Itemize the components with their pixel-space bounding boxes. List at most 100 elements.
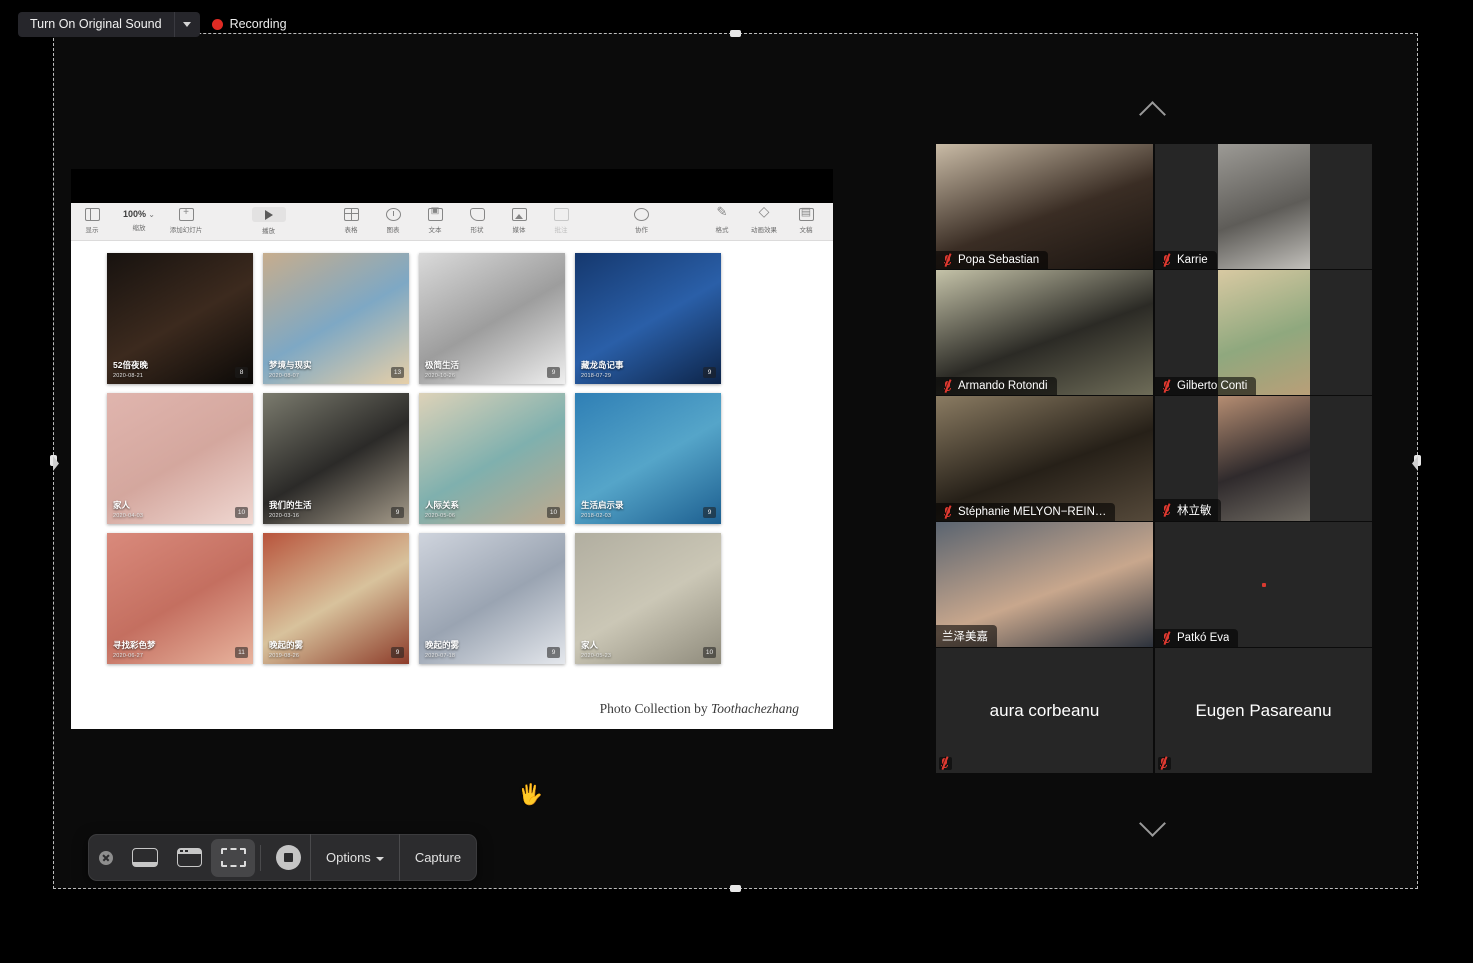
toolbar-label: 显示 [85,227,99,234]
photo-thumbnail [575,533,721,664]
screenshot-capture-toolbar: Options Capture [88,834,478,881]
gallery-scroll-up-button[interactable] [936,102,1372,117]
photo-count-badge: 9 [547,367,560,378]
participant-name-label: Popa Sebastian [958,254,1040,266]
original-sound-label: Turn On Original Sound [30,16,162,31]
photo-count-badge: 10 [703,647,716,658]
photo-thumbnail [419,253,565,384]
photo-card[interactable]: 52倍夜晚 2020-08-21 8 [107,253,253,384]
shared-screen-area: 显示 100% ⌄ 缩放 添加幻灯片 播放 表格 图表 [71,169,833,729]
comment-icon [553,208,569,221]
participant-tile[interactable]: Popa Sebastian [936,144,1153,269]
chart-icon [385,208,401,221]
capture-selection-button[interactable] [211,838,255,877]
toolbar-label: 缩放 [132,225,146,232]
toolbar-label: 批注 [554,227,568,234]
toolbar-item-table[interactable]: 表格 [330,203,372,234]
capture-options-button[interactable]: Options [310,834,399,881]
capture-window-icon [176,848,202,867]
photo-thumbnail [419,393,565,524]
participant-tile[interactable]: Karrie [1155,144,1372,269]
collaborate-icon [634,208,649,221]
participant-tile[interactable]: 兰泽美嘉 [936,522,1153,647]
capture-window-button[interactable] [167,839,211,877]
participant-tile[interactable]: Patkó Éva [1155,522,1372,647]
slide-credit: Photo Collection by Toothachezhang [600,701,799,717]
photo-card[interactable]: 藏龙岛记事 2018-07-29 9 [575,253,721,384]
text-icon [427,205,443,221]
photo-card[interactable]: 梦境与现实 2020-08-07 13 [263,253,409,384]
photo-count-badge: 9 [391,507,404,518]
selection-handle-bottom[interactable] [729,885,741,892]
gallery-scroll-down-button[interactable] [936,811,1372,826]
photo-count-badge: 10 [235,507,248,518]
participant-tile[interactable]: aura corbeanu [936,648,1153,773]
participant-tile[interactable]: 林立敏 [1155,396,1372,521]
toolbar-label: 文稿 [799,227,813,234]
mute-icon [942,379,953,393]
participant-name-bar: 兰泽美嘉 [936,625,997,647]
photo-grid: 52倍夜晚 2020-08-21 8 梦境与现实 2020-08-07 13 极简生活 202… [107,253,805,664]
toolbar-item-comment[interactable]: 批注 [540,203,582,234]
mute-icon [1161,379,1172,393]
toolbar-item-text[interactable]: 文本 [414,203,456,234]
participant-tile[interactable]: Stéphanie MELYON−REIN… [936,396,1153,521]
participant-tile[interactable]: Eugen Pasareanu [1155,648,1372,773]
mute-icon [1161,631,1172,645]
photo-thumbnail [107,533,253,664]
toolbar-item-document[interactable]: 文稿 [785,203,827,234]
sidebar-view-icon [84,208,100,221]
recording-indicator[interactable]: Recording [211,17,287,31]
toolbar-label: 协作 [635,227,648,234]
toolbar-item-media[interactable]: 媒体 [498,203,540,234]
toolbar-item-view[interactable]: 显示 [71,203,113,234]
toolbar-item-play[interactable]: 播放 [246,203,292,235]
capture-label: Capture [414,850,462,865]
keynote-toolbar: 显示 100% ⌄ 缩放 添加幻灯片 播放 表格 图表 [71,203,833,241]
zoom-value: 100% [123,209,147,219]
photo-card[interactable]: 晚起的雾 2019-08-26 9 [263,533,409,664]
toolbar-item-zoom[interactable]: 100% ⌄ 缩放 [113,203,165,232]
photo-card[interactable]: 晚起的雾 2020-07-18 9 [419,533,565,664]
participant-tile[interactable]: Gilberto Conti [1155,270,1372,395]
keynote-window: 显示 100% ⌄ 缩放 添加幻灯片 播放 表格 图表 [71,203,833,729]
capture-selection-icon [220,848,246,867]
zoom-top-toolbar: Turn On Original Sound Recording [0,0,1473,48]
capture-button[interactable]: Capture [398,834,476,881]
participant-name-bar: Stéphanie MELYON−REIN… [936,503,1116,521]
participant-name-label: Gilberto Conti [1177,380,1248,392]
capture-entire-screen-button[interactable] [123,839,167,877]
photo-thumbnail [263,533,409,664]
slide-canvas: 52倍夜晚 2020-08-21 8 梦境与现实 2020-08-07 13 极简生活 202… [71,241,833,729]
photo-card[interactable]: 家人 2020-04-03 10 [107,393,253,524]
photo-card[interactable]: 家人 2020-05-23 10 [575,533,721,664]
toolbar-item-animate[interactable]: 动画效果 [743,203,785,234]
photo-card[interactable]: 人际关系 2020-05-06 10 [419,393,565,524]
toolbar-item-add-slide[interactable]: 添加幻灯片 [165,203,207,234]
photo-thumbnail [107,253,253,384]
capture-entire-screen-icon [132,848,158,867]
record-button[interactable] [266,839,310,877]
table-icon [343,208,359,221]
photo-card[interactable]: 生活启示录 2018-02-03 9 [575,393,721,524]
shape-icon [469,208,485,221]
turn-on-original-sound-button[interactable]: Turn On Original Sound [18,11,200,37]
toolbar-item-format[interactable]: 格式 [701,203,743,234]
toolbar-item-collaborate[interactable]: 协作 [621,203,663,234]
participant-tile[interactable]: Armando Rotondi [936,270,1153,395]
photo-card[interactable]: 极简生活 2020-10-26 9 [419,253,565,384]
photo-card[interactable]: 我们的生活 2020-03-16 9 [263,393,409,524]
mute-icon [939,756,952,770]
chevron-down-icon[interactable] [173,11,200,37]
photo-card[interactable]: 寻找彩色梦 2020-06-27 11 [107,533,253,664]
mute-icon [1161,503,1172,517]
participant-name-centered: aura corbeanu [989,700,1100,720]
close-icon [99,850,113,865]
participant-name-bar: Popa Sebastian [936,251,1049,269]
toolbar-item-chart[interactable]: 图表 [372,203,414,234]
participant-video [1217,144,1310,269]
photo-thumbnail [575,253,721,384]
close-capture-button[interactable] [89,850,123,865]
toolbar-item-shape[interactable]: 形状 [456,203,498,234]
participant-name-bar: 林立敏 [1155,499,1221,521]
